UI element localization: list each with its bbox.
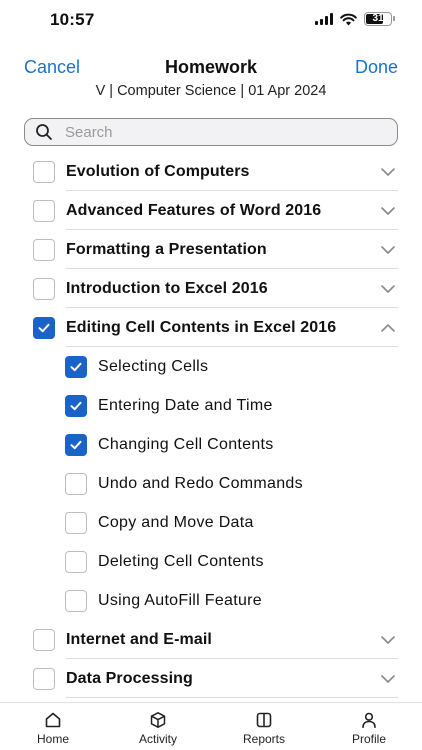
cellular-signal-icon [315, 13, 333, 25]
topic-label: Data Processing [66, 669, 193, 687]
tab-home-label: Home [36, 732, 69, 746]
tab-bar: Home Activity Reports Profile [0, 702, 422, 750]
subtopic-row[interactable]: Copy and Move Data [0, 503, 422, 542]
search-bar[interactable] [24, 118, 398, 146]
topic-checkbox[interactable] [33, 160, 55, 183]
chevron-down-icon[interactable] [380, 671, 396, 687]
class-subject-date: V | Computer Science | 01 Apr 2024 [95, 83, 327, 99]
topic-row[interactable]: Internet and E-mail [0, 620, 422, 659]
subtopic-row[interactable]: Using AutoFill Feature [0, 581, 422, 620]
topic-checkbox[interactable] [33, 277, 55, 300]
topic-row[interactable]: Evolution of Computers [0, 152, 422, 191]
topic-label: Editing Cell Contents in Excel 2016 [66, 318, 337, 336]
chevron-down-icon[interactable] [380, 203, 396, 219]
tab-reports-label: Reports [242, 732, 286, 746]
tab-profile[interactable]: Profile [329, 711, 409, 746]
subtopic-label: Copy and Move Data [98, 513, 254, 531]
subtopic-label: Entering Date and Time [98, 396, 273, 414]
checkmark-icon [70, 401, 82, 410]
status-bar: 10:57 31 [0, 0, 422, 40]
topic-checkbox[interactable] [33, 628, 55, 651]
subtopic-label: Changing Cell Contents [98, 435, 274, 453]
topic-label: Advanced Features of Word 2016 [66, 201, 322, 219]
home-icon [45, 712, 61, 728]
tab-home[interactable]: Home [13, 711, 93, 746]
topic-checkbox[interactable] [33, 199, 55, 222]
subtopic-label: Using AutoFill Feature [98, 591, 263, 609]
topic-row[interactable]: Introduction to Excel 2016 [0, 269, 422, 308]
topic-checkbox[interactable] [33, 238, 55, 261]
topic-checkbox[interactable] [33, 667, 55, 690]
battery-icon: 31 [364, 12, 395, 26]
done-button[interactable]: Done [355, 57, 398, 78]
battery-level: 31 [372, 13, 384, 24]
subtopic-row[interactable]: Selecting Cells [0, 347, 422, 386]
search-input[interactable] [65, 123, 365, 141]
checkmark-icon [70, 440, 82, 449]
topic-label: Introduction to Excel 2016 [66, 279, 268, 297]
topic-label: Evolution of Computers [66, 162, 250, 180]
subtopic-checkbox[interactable] [65, 511, 87, 534]
subtopic-row[interactable]: Entering Date and Time [0, 386, 422, 425]
topic-list: Evolution of Computers Advanced Features… [0, 152, 422, 698]
subtopic-row[interactable]: Deleting Cell Contents [0, 542, 422, 581]
subtopic-row[interactable]: Undo and Redo Commands [0, 464, 422, 503]
subtopic-checkbox-checked[interactable] [65, 433, 87, 456]
checkmark-icon [38, 323, 50, 332]
checkmark-icon [70, 362, 82, 371]
book-icon [256, 712, 272, 728]
topic-checkbox-checked[interactable] [33, 316, 55, 339]
subtopic-label: Selecting Cells [98, 357, 209, 375]
subtopic-label: Undo and Redo Commands [98, 474, 303, 492]
subtopic-checkbox[interactable] [65, 589, 87, 612]
subtopic-label: Deleting Cell Contents [98, 552, 264, 570]
subtopic-checkbox-checked[interactable] [65, 355, 87, 378]
tab-activity[interactable]: Activity [118, 711, 198, 746]
topic-label: Formatting a Presentation [66, 240, 267, 258]
tab-reports[interactable]: Reports [224, 711, 304, 746]
person-icon [362, 712, 376, 728]
tab-profile-label: Profile [351, 732, 386, 746]
subtopic-checkbox-checked[interactable] [65, 394, 87, 417]
subtopic-checkbox[interactable] [65, 550, 87, 573]
topic-row[interactable]: Advanced Features of Word 2016 [0, 191, 422, 230]
topic-row[interactable]: Formatting a Presentation [0, 230, 422, 269]
tab-activity-label: Activity [138, 732, 177, 746]
cancel-button[interactable]: Cancel [24, 57, 80, 78]
cube-icon [150, 712, 166, 728]
status-icons: 31 [315, 12, 395, 26]
subtopic-row[interactable]: Changing Cell Contents [0, 425, 422, 464]
search-icon [36, 124, 52, 140]
topic-row[interactable]: Data Processing [0, 659, 422, 698]
chevron-up-icon[interactable] [380, 320, 396, 336]
status-time: 10:57 [50, 10, 95, 29]
chevron-down-icon[interactable] [380, 632, 396, 648]
wifi-icon [340, 13, 357, 25]
chevron-down-icon[interactable] [380, 164, 396, 180]
subtopic-checkbox[interactable] [65, 472, 87, 495]
chevron-down-icon[interactable] [380, 242, 396, 258]
chevron-down-icon[interactable] [380, 281, 396, 297]
nav-header: Cancel Homework Done [0, 52, 422, 84]
topic-label: Internet and E-mail [66, 630, 212, 648]
topic-row-expanded[interactable]: Editing Cell Contents in Excel 2016 [0, 308, 422, 347]
